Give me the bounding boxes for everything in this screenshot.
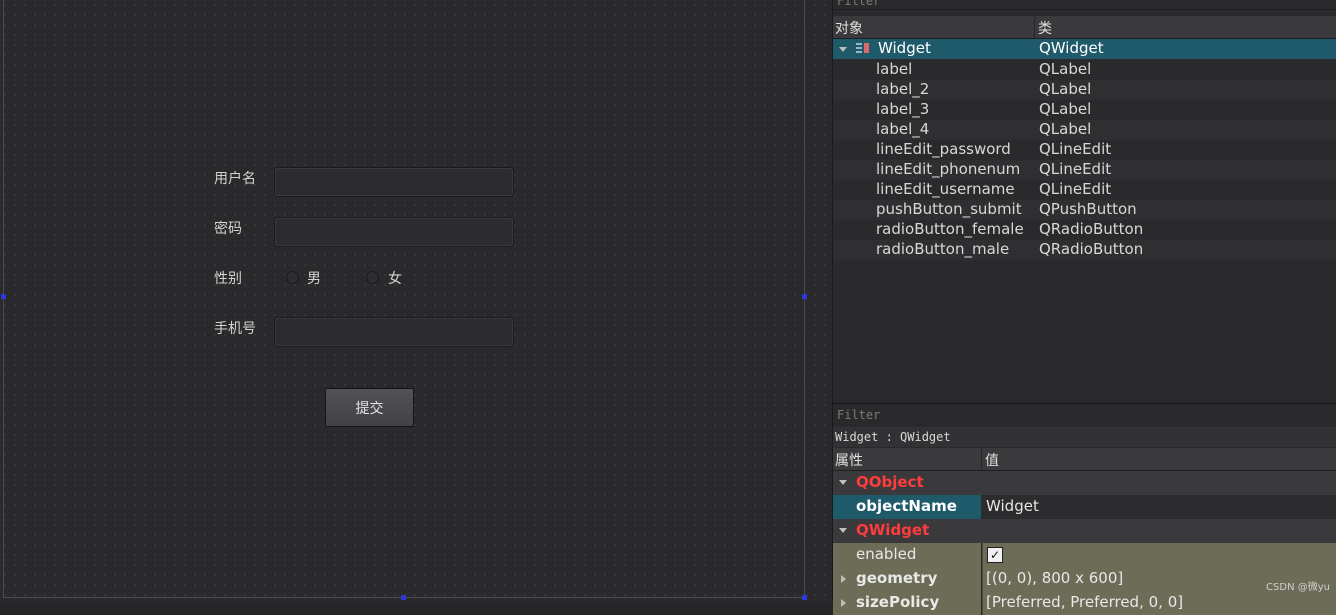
tree-row[interactable]: lineEdit_phonenum QLineEdit — [833, 160, 1336, 180]
property-value-geometry[interactable]: [(0, 0), 800 x 600] — [986, 569, 1123, 587]
property-filter-input[interactable]: Filter — [837, 408, 880, 422]
tree-item-class: QLineEdit — [1039, 180, 1112, 198]
female-radio[interactable] — [366, 271, 379, 284]
tree-item-name: lineEdit_password — [876, 140, 1011, 158]
tree-item-class: QRadioButton — [1039, 220, 1144, 238]
category-qwidget[interactable]: QWidget — [833, 519, 1336, 543]
tree-row[interactable]: label QLabel — [833, 60, 1336, 80]
username-label: 用户名 — [214, 171, 256, 187]
value-cell — [982, 543, 1336, 567]
header-separator[interactable] — [981, 448, 982, 470]
tree-item-class: QPushButton — [1039, 200, 1137, 218]
tree-row[interactable]: label_2 QLabel — [833, 80, 1336, 100]
resize-handle-left[interactable] — [1, 294, 6, 299]
tree-item-class: QLabel — [1039, 60, 1092, 78]
expand-arrow-icon[interactable] — [839, 47, 847, 52]
female-radio-label: 女 — [388, 271, 402, 287]
tree-item-name: radioButton_female — [876, 220, 1024, 238]
header-object[interactable]: 对象 — [835, 18, 863, 38]
header-property[interactable]: 属性 — [835, 450, 863, 470]
phone-label: 手机号 — [214, 321, 256, 337]
property-editor-header: 属性 值 — [833, 448, 1336, 471]
property-name-enabled: enabled — [856, 545, 917, 563]
form-frame — [3, 0, 805, 598]
tree-item-class: QLabel — [1039, 100, 1092, 118]
category-qwidget-label: QWidget — [856, 521, 930, 539]
collapse-arrow-icon[interactable] — [839, 528, 847, 533]
tree-row[interactable]: radioButton_male QRadioButton — [833, 240, 1336, 260]
tree-row-root[interactable]: Widget QWidget — [833, 39, 1336, 59]
tree-item-class: QLineEdit — [1039, 160, 1112, 178]
object-inspector: Filter 对象 类 Widget QWidget label QLabel … — [833, 0, 1336, 402]
phone-input[interactable] — [274, 317, 514, 347]
header-class[interactable]: 类 — [1038, 18, 1052, 38]
property-editor: Filter Widget : QWidget 属性 值 QObject obj… — [833, 403, 1336, 615]
tree-item-name: pushButton_submit — [876, 200, 1022, 218]
tree-row[interactable]: label_3 QLabel — [833, 100, 1336, 120]
tree-row[interactable]: label_4 QLabel — [833, 120, 1336, 140]
object-filter-input[interactable]: Filter — [833, 0, 1336, 10]
username-input[interactable] — [274, 167, 514, 197]
design-canvas[interactable]: 用户名 密码 性别 男 女 手机号 提交 — [0, 0, 832, 601]
header-value[interactable]: 值 — [985, 450, 999, 470]
password-label: 密码 — [214, 221, 242, 237]
password-input[interactable] — [274, 217, 514, 247]
expand-arrow-icon[interactable] — [841, 599, 846, 607]
property-row-sizepolicy[interactable]: sizePolicy [Preferred, Preferred, 0, 0] — [833, 591, 1336, 615]
property-name-objectname: objectName — [856, 497, 957, 515]
header-separator[interactable] — [1034, 16, 1035, 38]
male-radio-label: 男 — [307, 271, 321, 287]
tree-item-name: lineEdit_username — [876, 180, 1015, 198]
property-name-geometry: geometry — [856, 569, 938, 587]
tree-item-name: label — [876, 60, 913, 78]
tree-row[interactable]: lineEdit_password QLineEdit — [833, 140, 1336, 160]
property-value-sizepolicy[interactable]: [Preferred, Preferred, 0, 0] — [986, 593, 1183, 611]
tree-item-class: QLabel — [1039, 80, 1092, 98]
tree-item-class: QLineEdit — [1039, 140, 1112, 158]
collapse-arrow-icon[interactable] — [839, 480, 847, 485]
property-value-objectname[interactable]: Widget — [986, 497, 1039, 515]
watermark: CSDN @微yu — [1266, 582, 1330, 593]
tree-item-name: radioButton_male — [876, 240, 1010, 258]
enabled-checkbox[interactable]: ✓ — [987, 547, 1003, 563]
tree-item-class: QRadioButton — [1039, 240, 1144, 258]
resize-handle-bottom[interactable] — [401, 595, 406, 600]
category-qobject-label: QObject — [856, 473, 924, 491]
property-name-sizepolicy: sizePolicy — [856, 593, 940, 611]
male-radio[interactable] — [286, 271, 299, 284]
object-inspector-header: 对象 类 — [833, 16, 1336, 39]
submit-button[interactable]: 提交 — [325, 388, 414, 427]
category-qobject[interactable]: QObject — [833, 471, 1336, 495]
tree-row[interactable]: radioButton_female QRadioButton — [833, 220, 1336, 240]
gender-label: 性别 — [214, 271, 242, 287]
tree-item-name: lineEdit_phonenum — [876, 160, 1021, 178]
tree-root-class: QWidget — [1039, 39, 1104, 57]
tree-item-name: label_2 — [876, 80, 930, 98]
property-row-geometry[interactable]: geometry [(0, 0), 800 x 600] — [833, 567, 1336, 591]
expand-arrow-icon[interactable] — [841, 575, 846, 583]
property-row-enabled[interactable]: enabled ✓ — [833, 543, 1336, 567]
tree-row[interactable]: pushButton_submit QPushButton — [833, 200, 1336, 220]
tree-item-name: label_3 — [876, 100, 930, 118]
property-row-objectname[interactable]: objectName Widget — [833, 495, 1336, 519]
property-context-label: Widget : QWidget — [833, 427, 1336, 447]
tree-item-name: label_4 — [876, 120, 930, 138]
resize-handle-right[interactable] — [802, 294, 807, 299]
tree-root-name: Widget — [878, 39, 931, 57]
tree-row[interactable]: lineEdit_username QLineEdit — [833, 180, 1336, 200]
tree-item-class: QLabel — [1039, 120, 1092, 138]
resize-handle-corner[interactable] — [802, 595, 807, 600]
widget-icon — [856, 42, 870, 56]
